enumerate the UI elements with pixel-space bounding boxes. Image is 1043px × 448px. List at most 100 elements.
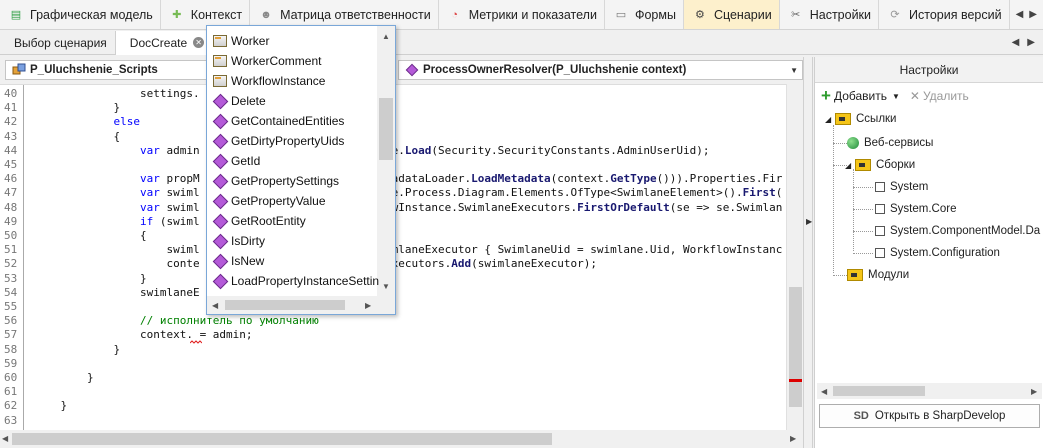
autocomplete-item[interactable]: GetPropertySettings: [213, 174, 339, 188]
popup-vscroll-thumb[interactable]: [379, 98, 393, 160]
collapse-arrow-icon[interactable]: ▶: [806, 217, 812, 226]
tab-model[interactable]: ▤ Графическая модель: [0, 0, 161, 29]
editor-vertical-scrollbar[interactable]: [786, 84, 803, 430]
line-number: 63: [4, 413, 18, 427]
autocomplete-item[interactable]: Delete: [213, 94, 266, 108]
method-combo[interactable]: ProcessOwnerResolver(P_Uluchshenie conte…: [398, 60, 803, 80]
code-editor[interactable]: 40 41 42 43 44 45 46 47 48 49 50 51 52 53 54 55 56 57 58 59…: [0, 84, 803, 430]
code-line[interactable]: }: [34, 272, 147, 285]
autocomplete-item-label: Worker: [231, 34, 270, 48]
code-line[interactable]: swimlaneE: [34, 286, 200, 299]
scenario-tab-nav: ◀ ▶: [1012, 37, 1043, 48]
expand-icon[interactable]: ◢: [825, 115, 835, 124]
tree-node-web-services[interactable]: Веб-сервисы: [847, 137, 933, 149]
close-icon[interactable]: ✕: [193, 37, 205, 48]
tree-node-assembly[interactable]: System: [875, 181, 928, 193]
chevron-down-icon[interactable]: ▼: [790, 66, 798, 75]
autocomplete-item[interactable]: IsDirty: [213, 234, 265, 248]
scroll-right-icon[interactable]: ▶: [365, 301, 371, 310]
code-line[interactable]: context. = admin;: [34, 328, 253, 341]
tab-history[interactable]: ⟳ История версий: [879, 0, 1010, 29]
tree-node-assembly[interactable]: System.Configuration: [875, 247, 1000, 259]
popup-horizontal-scrollbar[interactable]: ◀ ▶: [207, 296, 395, 314]
panel-splitter[interactable]: ▶: [803, 57, 813, 448]
code-line[interactable]: {: [34, 229, 147, 242]
scroll-right-icon[interactable]: ▶: [790, 434, 796, 443]
checkbox[interactable]: [875, 182, 885, 192]
code-line[interactable]: swiml mlaneExecutor { SwimlaneUid = swim…: [34, 243, 782, 256]
code-line[interactable]: settings.: [34, 87, 200, 100]
tab-doccreate[interactable]: DocCreate ✕: [115, 30, 214, 55]
tree-node-modules-label: Модули: [868, 269, 910, 281]
chevron-down-icon[interactable]: ▼: [892, 92, 900, 101]
checkbox[interactable]: [875, 226, 885, 236]
scroll-down-icon[interactable]: ▼: [382, 282, 390, 291]
tab-select-scenario[interactable]: Выбор сценария: [0, 30, 116, 55]
class-combo[interactable]: P_Uluchshenie_Scripts: [5, 60, 235, 80]
code-line[interactable]: }: [34, 399, 67, 412]
autocomplete-item[interactable]: GetRootEntity: [213, 214, 306, 228]
tree-node-modules[interactable]: Модули: [847, 269, 909, 281]
checkbox[interactable]: [875, 204, 885, 214]
tree-node-assembly[interactable]: System.Core: [875, 203, 956, 215]
popup-vertical-scrollbar[interactable]: ▲ ▼: [377, 26, 395, 296]
scroll-left-icon[interactable]: ◀: [212, 301, 218, 310]
editor-hscroll-thumb[interactable]: [12, 433, 552, 445]
tree-horizontal-scrollbar[interactable]: ◀ ▶: [817, 383, 1042, 399]
autocomplete-item[interactable]: Worker: [213, 34, 269, 48]
code-line[interactable]: if (swiml: [34, 215, 200, 228]
method-icon: [213, 155, 227, 167]
code-line[interactable]: var swiml wInstance.SwimlaneExecutors.Fi…: [34, 201, 782, 214]
scroll-left-icon[interactable]: ◀: [2, 434, 8, 443]
tree-node-assemblies[interactable]: ◢ Сборки: [845, 159, 915, 171]
code-line[interactable]: }: [34, 371, 94, 384]
tab-gauge[interactable]: ◔ Метрики и показатели: [439, 0, 605, 29]
autocomplete-item-label: GetPropertyValue: [231, 194, 326, 208]
add-button[interactable]: + Добавить ▼: [821, 86, 900, 106]
code-line[interactable]: // исполнитель по умолчанию: [34, 314, 319, 327]
tab-form[interactable]: ▭ Формы: [605, 0, 684, 29]
code-line[interactable]: var propM adataLoader.LoadMetadata(conte…: [34, 172, 782, 185]
expand-icon[interactable]: ◢: [845, 161, 855, 170]
autocomplete-item[interactable]: GetContainedEntities: [213, 114, 344, 128]
code-line[interactable]: else: [34, 115, 140, 128]
autocomplete-item[interactable]: IsNew: [213, 254, 264, 268]
code-line[interactable]: }: [34, 343, 120, 356]
tab-gear[interactable]: ⚙ Сценарии: [683, 0, 780, 29]
autocomplete-item[interactable]: LoadPropertyInstanceSettin: [213, 274, 379, 288]
tree-node-links[interactable]: ◢ Ссылки: [825, 113, 897, 125]
editor-horizontal-scrollbar[interactable]: ◀ ▶: [0, 430, 803, 448]
scroll-right-icon[interactable]: ▶: [1031, 387, 1037, 396]
open-in-sharpdevelop-button[interactable]: SD Открыть в SharpDevelop: [819, 404, 1040, 428]
autocomplete-item[interactable]: WorkerComment: [213, 54, 321, 68]
code-line[interactable]: {: [34, 130, 120, 143]
scroll-right-icon[interactable]: ▶: [1027, 37, 1035, 48]
users-icon: ☻: [260, 8, 272, 21]
autocomplete-item[interactable]: GetPropertyValue: [213, 194, 326, 208]
autocomplete-item[interactable]: WorkflowInstance: [213, 74, 325, 88]
tree-hscroll-thumb[interactable]: [833, 386, 925, 396]
tree-node-assembly[interactable]: System.ComponentModel.Da: [875, 225, 1040, 237]
gauge-icon: ◔: [451, 8, 459, 21]
tab-tools[interactable]: ✂ Настройки: [780, 0, 880, 29]
tree-node-assemblies-label: Сборки: [876, 159, 916, 171]
delete-button[interactable]: ✕ Удалить: [910, 89, 969, 103]
scroll-right-icon[interactable]: ▶: [1029, 9, 1037, 20]
method-icon: [213, 235, 227, 247]
editor-vscroll-thumb[interactable]: [789, 287, 802, 407]
references-tree: ◢ Ссылки Веб-сервисы ◢ Сборки System Sys…: [815, 109, 1043, 381]
code-line[interactable]: }: [34, 101, 120, 114]
popup-hscroll-thumb[interactable]: [225, 300, 345, 310]
autocomplete-popup[interactable]: ▲ ▼ ◀ ▶ Worker WorkerComment WorkflowInsta…: [206, 25, 396, 315]
code-line[interactable]: var swiml e.Process.Diagram.Elements.OfT…: [34, 186, 782, 199]
scroll-left-icon[interactable]: ◀: [821, 387, 827, 396]
tree-node-assembly-label: System.Configuration: [890, 247, 1000, 259]
scroll-left-icon[interactable]: ◀: [1016, 9, 1024, 20]
scroll-left-icon[interactable]: ◀: [1012, 37, 1020, 48]
line-number: 62: [4, 399, 18, 413]
autocomplete-item[interactable]: GetDirtyPropertyUids: [213, 134, 344, 148]
checkbox[interactable]: [875, 248, 885, 258]
autocomplete-item[interactable]: GetId: [213, 154, 260, 168]
scroll-up-icon[interactable]: ▲: [382, 32, 390, 41]
top-tab-label: Контекст: [190, 7, 243, 22]
